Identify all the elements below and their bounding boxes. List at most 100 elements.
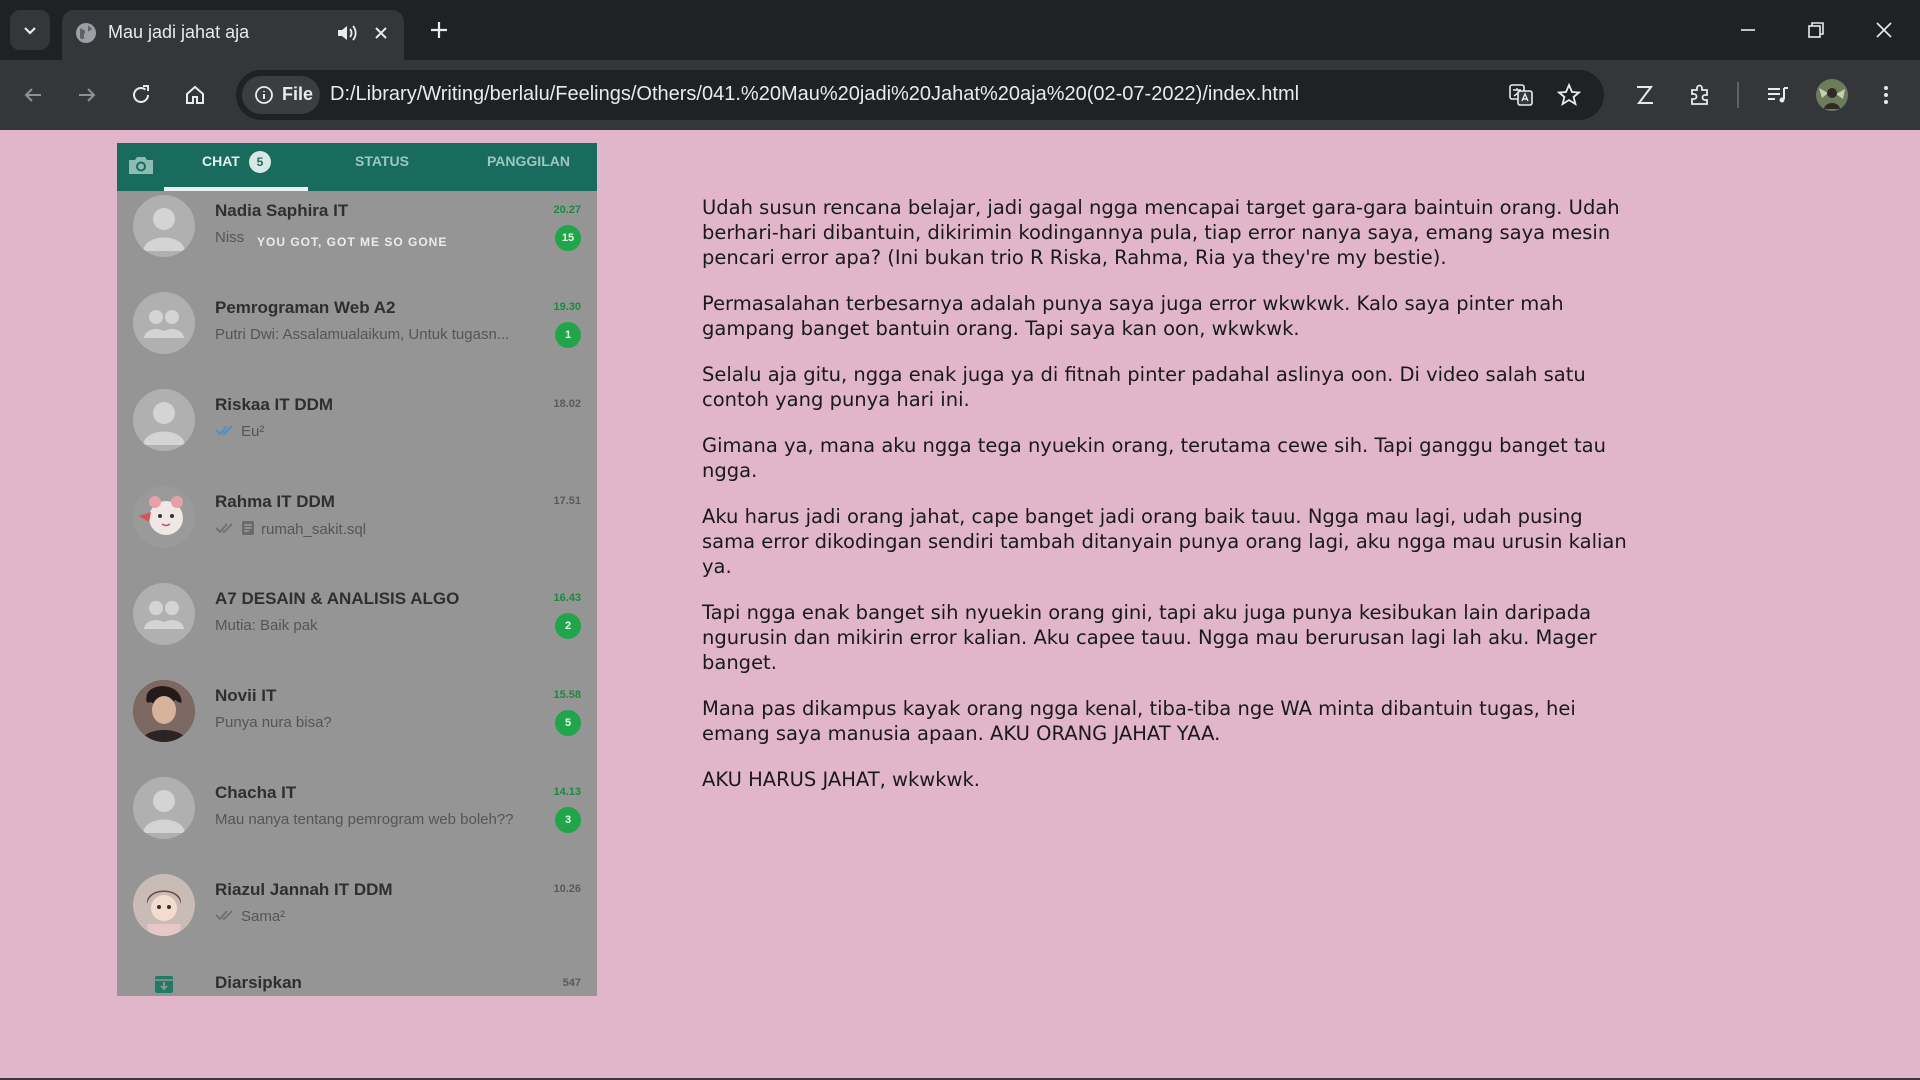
chat-row[interactable]: Riskaa IT DDM Eu² 18.02 (117, 385, 597, 481)
address-bar[interactable]: File D:/Library/Writing/berlalu/Feelings… (236, 70, 1604, 120)
message-text: rumah_sakit.sql (261, 521, 367, 538)
close-icon (1876, 22, 1892, 38)
new-tab-icon[interactable] (424, 15, 454, 45)
article-paragraph: Permasalahan terbesarnya adalah punya sa… (702, 292, 1564, 340)
chat-name: Novii IT (215, 686, 277, 705)
unread-badge: 2 (555, 613, 581, 639)
restore-icon (1808, 22, 1824, 38)
article-paragraph: Udah susun rencana belajar, jadi gagal n… (702, 196, 1620, 269)
delivered-ticks-icon (215, 910, 233, 921)
chat-time: 10.26 (553, 883, 581, 895)
close-window-button[interactable] (1866, 12, 1902, 48)
group-avatar-icon (133, 292, 195, 354)
close-tab-icon[interactable] (368, 20, 394, 46)
photo-avatar-icon (133, 680, 195, 742)
media-control-button[interactable] (1761, 78, 1795, 112)
menu-button[interactable] (1869, 78, 1903, 112)
chat-last-message: Sama² (215, 908, 545, 925)
speaker-icon[interactable] (334, 20, 360, 46)
z-extension-icon (1637, 86, 1653, 104)
cartoon-avatar-icon (133, 874, 195, 936)
chat-row[interactable]: Pemrograman Web A2 Putri Dwi: Assalamual… (117, 288, 597, 384)
chat-row[interactable]: Novii IT Punya nura bisa? 15.58 5 (117, 676, 597, 772)
article-paragraph: AKU HARUS JAHAT, wkwkwk. (702, 768, 980, 791)
chat-count-badge: 5 (249, 151, 271, 173)
scheme-label: File (282, 84, 314, 104)
queue-music-icon (1768, 87, 1788, 103)
article-paragraph: Aku harus jadi orang jahat, cape banget … (702, 505, 1627, 578)
delivered-ticks-icon (215, 523, 233, 534)
chat-row[interactable]: Chacha IT Mau nanya tentang pemrogram we… (117, 773, 597, 869)
puzzle-icon (1691, 84, 1708, 105)
chat-last-message: Mutia: Baik pak (215, 617, 318, 634)
chat-time: 14.13 (553, 786, 581, 798)
chat-time: 18.02 (553, 398, 581, 410)
chat-name: Riskaa IT DDM (215, 395, 334, 414)
chat-time: 20.27 (553, 204, 581, 216)
whatsapp-header: CHAT 5 STATUS PANGGILAN (117, 143, 597, 191)
tab-title: Mau jadi jahat aja (108, 22, 250, 42)
default-avatar-icon (133, 195, 195, 257)
whatsapp-tab-status[interactable]: STATUS (355, 153, 409, 169)
unread-badge: 3 (555, 807, 581, 833)
chat-time: 16.43 (553, 592, 581, 604)
video-caption-overlay: YOU GOT, GOT ME SO GONE (257, 235, 448, 249)
chat-row[interactable]: Nadia Saphira IT Niss YOU GOT, GOT ME SO… (117, 191, 597, 287)
chevron-down-icon (24, 27, 36, 35)
chat-time: 19.30 (553, 301, 581, 313)
translate-button[interactable] (1506, 80, 1536, 110)
bookmark-button[interactable] (1554, 80, 1584, 110)
archived-row[interactable]: Diarsipkan 547 (117, 965, 597, 996)
chat-row[interactable]: A7 DESAIN & ANALISIS ALGO Mutia: Baik pa… (117, 579, 597, 675)
star-icon (1556, 82, 1582, 106)
extensions-button[interactable] (1683, 78, 1717, 112)
arrow-left-icon (24, 88, 41, 102)
chat-row[interactable]: Rahma IT DDM rumah_sakit.sql 17.51 (117, 482, 597, 578)
article-paragraph: Tapi ngga enak banget sih nyuekin orang … (702, 601, 1597, 674)
reload-button[interactable] (124, 78, 158, 112)
restore-button[interactable] (1798, 12, 1834, 48)
toolbar-divider (1737, 82, 1739, 108)
translate-icon (1509, 84, 1533, 106)
chat-last-message: Putri Dwi: Assalamualaikum, Untuk tugasn… (215, 326, 510, 343)
page-content: CHAT 5 STATUS PANGGILAN Nadia Saphira IT… (0, 130, 1920, 1078)
back-button[interactable] (16, 78, 50, 112)
home-button[interactable] (178, 78, 212, 112)
unread-badge: 5 (555, 710, 581, 736)
article-paragraph: Selalu aja gitu, ngga enak juga ya di fi… (702, 363, 1586, 411)
forward-button[interactable] (70, 78, 104, 112)
arrow-right-icon (79, 88, 96, 102)
chat-name: Rahma IT DDM (215, 492, 335, 511)
article-paragraph: Gimana ya, mana aku ngga tega nyuekin or… (702, 434, 1606, 482)
extension-z-button[interactable] (1628, 78, 1662, 112)
chat-time: 17.51 (553, 495, 581, 507)
chat-last-message: Mau nanya tentang pemrogram web boleh?? (215, 811, 514, 828)
archive-icon (155, 976, 173, 993)
whatsapp-screenshot: CHAT 5 STATUS PANGGILAN Nadia Saphira IT… (117, 143, 597, 996)
tab-strip: Mau jadi jahat aja (0, 0, 1920, 60)
info-icon (255, 86, 273, 104)
chat-last-message: Eu² (215, 423, 545, 440)
whatsapp-tab-chat[interactable]: CHAT (202, 153, 240, 169)
read-ticks-icon (215, 425, 233, 436)
kebab-menu-icon (1884, 86, 1888, 104)
whatsapp-tab-calls[interactable]: PANGGILAN (487, 153, 570, 169)
group-avatar-icon (133, 583, 195, 645)
active-tab[interactable]: Mau jadi jahat aja (62, 10, 404, 60)
tab-search-button[interactable] (10, 10, 50, 50)
chat-name: Nadia Saphira IT (215, 201, 349, 220)
browser-toolbar: File D:/Library/Writing/berlalu/Feelings… (0, 60, 1920, 130)
minimize-button[interactable] (1730, 12, 1766, 48)
url-text[interactable]: D:/Library/Writing/berlalu/Feelings/Othe… (330, 83, 1299, 106)
article-body: Udah susun rencana belajar, jadi gagal n… (702, 195, 1632, 813)
document-icon (242, 521, 254, 535)
profile-avatar[interactable] (1815, 78, 1849, 112)
article-paragraph: Mana pas dikampus kayak orang ngga kenal… (702, 697, 1576, 745)
default-avatar-icon (133, 777, 195, 839)
message-text: Eu² (241, 423, 265, 440)
chat-row[interactable]: Riazul Jannah IT DDM Sama² 10.26 (117, 870, 597, 966)
globe-icon (76, 23, 96, 43)
unread-badge: 15 (555, 225, 581, 251)
chat-name: Riazul Jannah IT DDM (215, 880, 393, 899)
chat-time: 15.58 (553, 689, 581, 701)
